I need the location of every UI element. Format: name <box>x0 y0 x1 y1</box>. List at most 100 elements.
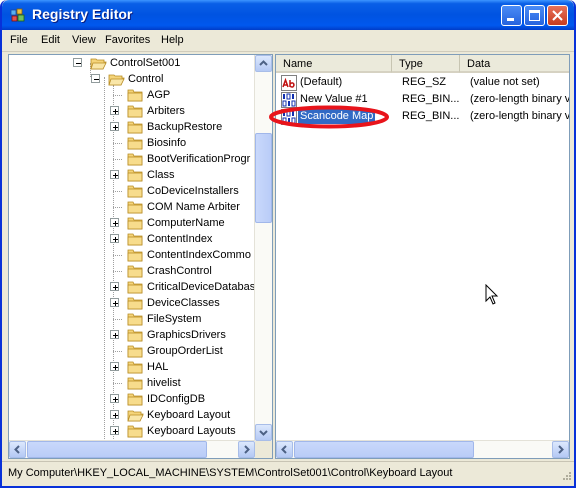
tree-connector <box>113 191 122 193</box>
open-folder-icon <box>90 58 107 70</box>
tree-item[interactable]: COM Name Arbiter <box>9 199 255 215</box>
tree-horizontal-scrollbar[interactable] <box>9 440 255 458</box>
tree-item[interactable]: GroupOrderList <box>9 343 255 359</box>
expand-toggle-icon[interactable] <box>110 106 119 115</box>
values-horizontal-scrollbar[interactable] <box>276 440 569 458</box>
tree-item[interactable]: FileSystem <box>9 311 255 327</box>
value-row[interactable]: (Default) REG_SZ (value not set) <box>278 74 569 91</box>
tree-vertical-scrollbar[interactable] <box>254 55 272 441</box>
expand-toggle-icon[interactable] <box>110 410 119 419</box>
tree-item[interactable]: Biosinfo <box>9 135 255 151</box>
registry-values-list[interactable]: Name Type Data (Default) REG_SZ (value not… <box>275 54 570 459</box>
value-name[interactable]: (Default) <box>298 75 344 90</box>
tree-item[interactable]: ComputerName <box>9 215 255 231</box>
values-horizontal-scroll-thumb[interactable] <box>294 441 474 458</box>
tree-scroll-down-button[interactable] <box>255 424 272 441</box>
expand-toggle-icon[interactable] <box>110 298 119 307</box>
expand-toggle-icon[interactable] <box>110 170 119 179</box>
tree-item[interactable]: ContentIndex <box>9 231 255 247</box>
tree-connector <box>113 143 122 145</box>
expand-toggle-icon[interactable] <box>110 394 119 403</box>
tree-item[interactable]: DeviceClasses <box>9 295 255 311</box>
tree-item-label: COM Name Arbiter <box>147 201 240 213</box>
tree-horizontal-scroll-thumb[interactable] <box>27 441 207 458</box>
tree-connector <box>113 207 122 209</box>
folder-icon <box>127 105 143 118</box>
scrollbar-corner <box>255 441 272 458</box>
registry-key-tree[interactable]: ControlSet001 Control AGP Arbiters BackupRes… <box>8 54 273 459</box>
tree-connector <box>113 159 122 161</box>
folder-icon <box>127 137 143 150</box>
tree-item[interactable]: IDConfigDB <box>9 391 255 407</box>
expand-toggle-icon[interactable] <box>110 330 119 339</box>
tree-item[interactable]: ControlSet001 <box>9 55 255 71</box>
open-folder-icon <box>108 74 125 86</box>
tree-item-label: Biosinfo <box>147 137 187 149</box>
tree-item-label: BackupRestore <box>147 121 223 133</box>
binary-value-icon <box>281 92 297 108</box>
tree-item-label: Class <box>147 169 175 181</box>
tree-item[interactable]: hivelist <box>9 375 255 391</box>
maximize-button[interactable] <box>524 5 545 26</box>
expand-toggle-icon[interactable] <box>110 362 119 371</box>
tree-item[interactable]: CrashControl <box>9 263 255 279</box>
tree-item-label: IDConfigDB <box>147 393 206 405</box>
tree-item[interactable]: BackupRestore <box>9 119 255 135</box>
tree-item[interactable]: CriticalDeviceDatabas <box>9 279 255 295</box>
column-header-type[interactable]: Type <box>392 55 460 73</box>
value-name[interactable]: New Value #1 <box>298 92 370 107</box>
window-title: Registry Editor <box>32 6 133 22</box>
menu-help[interactable]: Help <box>161 34 184 46</box>
menu-favorites[interactable]: Favorites <box>105 34 150 46</box>
value-data: (zero-length binary v <box>470 110 570 122</box>
tree-item-label: CrashControl <box>147 265 212 277</box>
folder-icon <box>127 425 143 438</box>
folder-icon <box>127 249 143 262</box>
resize-grip-icon[interactable] <box>560 471 572 483</box>
column-header-name[interactable]: Name <box>276 55 392 73</box>
tree-scroll-left-button[interactable] <box>9 441 26 458</box>
expand-toggle-icon[interactable] <box>110 234 119 243</box>
minimize-button[interactable] <box>501 5 522 26</box>
value-name[interactable]: Scancode Map <box>298 109 376 124</box>
value-row[interactable]: Scancode Map REG_BIN... (zero-length binar… <box>278 108 570 125</box>
tree-item[interactable]: Arbiters <box>9 103 255 119</box>
tree-scroll-right-button[interactable] <box>238 441 255 458</box>
tree-vertical-scroll-thumb[interactable] <box>255 133 272 223</box>
tree-item[interactable]: Keyboard Layouts <box>9 423 255 439</box>
expand-toggle-icon[interactable] <box>110 122 119 131</box>
tree-connector <box>113 95 122 97</box>
registry-editor-app-icon <box>10 8 25 22</box>
tree-item-label: Keyboard Layouts <box>147 425 236 437</box>
expand-toggle-icon[interactable] <box>110 218 119 227</box>
collapse-toggle-icon[interactable] <box>91 74 100 83</box>
menu-file[interactable]: File <box>10 34 28 46</box>
arrow-right-icon <box>558 445 564 454</box>
tree-item[interactable]: Keyboard Layout <box>9 407 255 423</box>
column-header-data[interactable]: Data <box>460 55 569 73</box>
tree-item[interactable]: Control <box>9 71 255 87</box>
tree-item-label: GroupOrderList <box>147 345 223 357</box>
menu-view[interactable]: View <box>72 34 96 46</box>
tree-item[interactable]: GraphicsDrivers <box>9 327 255 343</box>
tree-item[interactable]: BootVerificationProgr <box>9 151 255 167</box>
mouse-pointer-icon <box>485 284 499 305</box>
tree-item[interactable]: AGP <box>9 87 255 103</box>
tree-item[interactable]: Class <box>9 167 255 183</box>
values-scroll-right-button[interactable] <box>552 441 569 458</box>
collapse-toggle-icon[interactable] <box>73 58 82 67</box>
tree-scroll-up-button[interactable] <box>255 55 272 72</box>
values-scroll-left-button[interactable] <box>276 441 293 458</box>
tree-item[interactable]: ContentIndexCommo <box>9 247 255 263</box>
value-row[interactable]: New Value #1 REG_BIN... (zero-length binar… <box>278 91 569 108</box>
tree-item[interactable]: HAL <box>9 359 255 375</box>
tree-connector <box>113 351 122 353</box>
expand-toggle-icon[interactable] <box>110 282 119 291</box>
title-bar[interactable]: Registry Editor <box>2 0 574 30</box>
close-button[interactable] <box>547 5 568 26</box>
menu-edit[interactable]: Edit <box>41 34 60 46</box>
expand-toggle-icon[interactable] <box>110 426 119 435</box>
folder-icon <box>127 281 143 294</box>
value-type: REG_SZ <box>402 76 447 88</box>
tree-item[interactable]: CoDeviceInstallers <box>9 183 255 199</box>
